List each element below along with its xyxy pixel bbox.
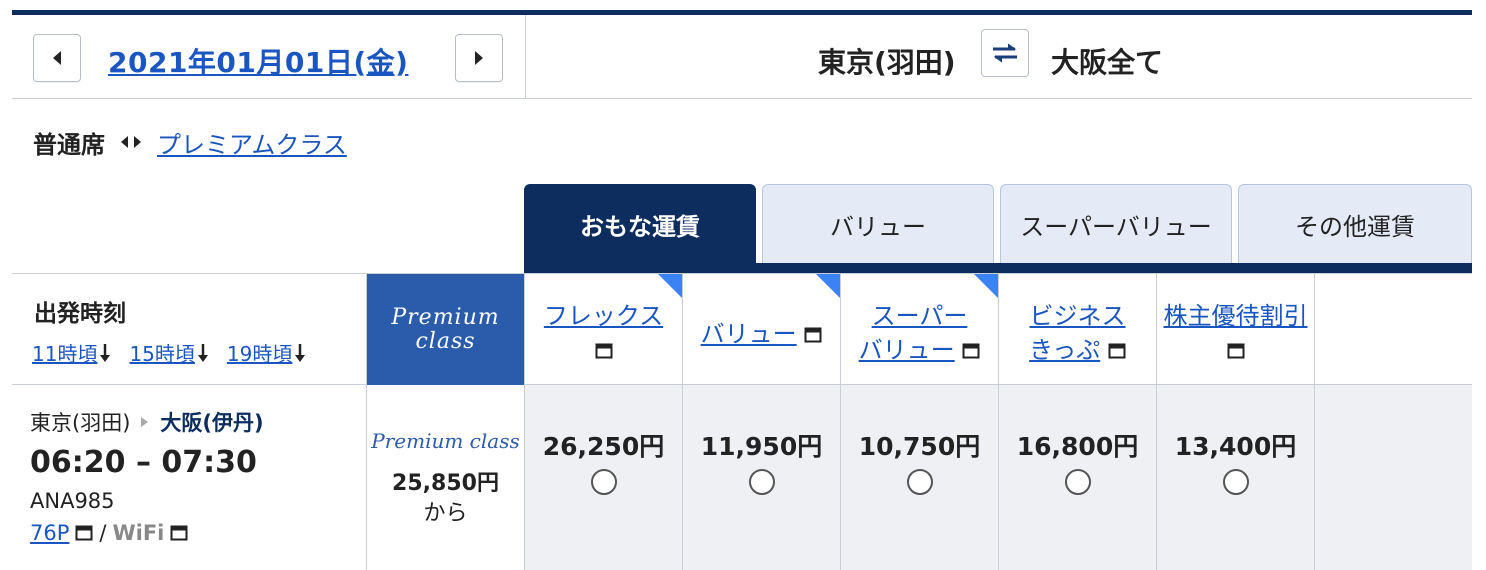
- new-window-icon[interactable]: [170, 525, 188, 541]
- fare-corner-marker: [974, 274, 998, 298]
- flight-row: 東京(羽田) 大阪(伊丹) 06:20 – 07:30 ANA985 76P /…: [12, 385, 1472, 570]
- fare-header-value: バリュー: [683, 274, 841, 385]
- fare-corner-marker: [658, 274, 682, 298]
- new-window-icon[interactable]: [1227, 343, 1245, 359]
- fare-corner-marker: [816, 274, 840, 298]
- tab-main-fares[interactable]: おもな運賃: [524, 184, 756, 264]
- fare-link-business-line2[interactable]: きっぷ: [1029, 336, 1100, 364]
- premium-fare-cell[interactable]: Premium class 25,850円 から: [367, 385, 525, 570]
- next-day-button[interactable]: [455, 34, 503, 82]
- chevron-right-icon: [475, 51, 483, 65]
- tab-super-value[interactable]: スーパーバリュー: [1000, 184, 1232, 264]
- arrow-down-icon: [197, 343, 208, 362]
- selected-date-link[interactable]: 2021年01月01日(金): [108, 41, 408, 81]
- previous-day-button[interactable]: [33, 34, 81, 82]
- time-link-11[interactable]: 11時頃: [32, 338, 111, 367]
- fare-price: 26,250円: [542, 432, 665, 461]
- fare-header-shareholder: 株主優待割引: [1157, 274, 1315, 385]
- departure-time-label: 出発時刻: [34, 301, 126, 327]
- equipment-separator: /: [99, 521, 107, 545]
- flight-origin: 東京(羽田): [30, 411, 131, 435]
- fare-cell-shareholder[interactable]: 13,400円: [1157, 385, 1315, 570]
- time-link-19[interactable]: 19時頃: [227, 338, 306, 367]
- fare-price: 16,800円: [1016, 432, 1139, 461]
- fare-cell-value[interactable]: 11,950円: [683, 385, 841, 570]
- fare-radio-button[interactable]: [590, 469, 617, 495]
- fare-cell-business[interactable]: 16,800円: [999, 385, 1157, 570]
- premium-price-suffix: から: [423, 501, 468, 526]
- seat-class-switch: 普通席 プレミアムクラス: [33, 125, 347, 160]
- fare-link-value[interactable]: バリュー: [701, 320, 797, 348]
- premium-class-header: Premium class: [367, 274, 525, 385]
- premium-class-logo: Premium class: [371, 429, 520, 453]
- time-link-15[interactable]: 15時頃: [129, 338, 208, 367]
- route-panel: 東京(羽田) 大阪全て: [526, 15, 1472, 99]
- fare-price: 10,750円: [858, 432, 981, 461]
- tab-value[interactable]: バリュー: [762, 184, 994, 264]
- new-window-icon[interactable]: [595, 343, 613, 359]
- departure-time-header: 出発時刻 11時頃 15時頃 19時頃: [12, 274, 367, 385]
- caret-right-icon: [141, 417, 149, 427]
- fare-link-business-line1[interactable]: ビジネス: [1030, 302, 1126, 330]
- premium-class-link[interactable]: プレミアムクラス: [157, 125, 347, 160]
- fare-radio-button[interactable]: [748, 469, 775, 495]
- time-link-label: 19時頃: [226, 342, 293, 366]
- fare-link-super-value-line1[interactable]: スーパー: [872, 302, 968, 330]
- fare-cell-super-value[interactable]: 10,750円: [841, 385, 999, 570]
- fare-radio-button[interactable]: [906, 469, 933, 495]
- aircraft-type-link[interactable]: 76P: [30, 521, 69, 545]
- date-navigation: 2021年01月01日(金): [12, 15, 526, 99]
- swap-route-button[interactable]: [981, 29, 1029, 77]
- fare-link-flex[interactable]: フレックス: [544, 302, 663, 330]
- fare-radio-button[interactable]: [1064, 469, 1091, 495]
- tab-other-fares[interactable]: その他運賃: [1238, 184, 1472, 264]
- empty-fare-cell: [1315, 385, 1472, 570]
- swap-arrows-icon: [993, 43, 1017, 63]
- fare-header-business: ビジネス きっぷ: [999, 274, 1157, 385]
- premium-logo-line2: class: [415, 328, 476, 354]
- tab-underline-bar: [524, 263, 1472, 273]
- new-window-icon[interactable]: [1108, 343, 1126, 359]
- left-right-arrows-icon: [119, 135, 143, 149]
- premium-price: 25,850円: [392, 471, 499, 496]
- route-destination: 大阪全て: [1051, 46, 1164, 79]
- flight-equipment: 76P / WiFi: [30, 521, 188, 545]
- flight-info-cell: 東京(羽田) 大阪(伊丹) 06:20 – 07:30 ANA985 76P /…: [12, 385, 367, 570]
- arrow-down-icon: [295, 343, 306, 362]
- flight-time-range: 06:20 – 07:30: [30, 445, 257, 480]
- fare-cell-flex[interactable]: 26,250円: [525, 385, 683, 570]
- time-link-label: 15時頃: [129, 342, 195, 366]
- flight-route: 東京(羽田) 大阪(伊丹): [30, 407, 264, 437]
- flight-number: ANA985: [30, 489, 115, 513]
- fare-table-header: 出発時刻 11時頃 15時頃 19時頃 Premium class フレックス: [12, 273, 1472, 385]
- premium-logo-line1: Premium: [391, 305, 500, 331]
- new-window-icon[interactable]: [804, 327, 822, 343]
- time-link-label: 11時頃: [32, 342, 98, 366]
- fare-radio-button[interactable]: [1222, 469, 1249, 495]
- current-seat-class: 普通席: [33, 130, 105, 159]
- arrow-down-icon: [100, 343, 111, 362]
- route-origin: 東京(羽田): [818, 46, 956, 79]
- flight-destination: 大阪(伊丹): [160, 411, 264, 435]
- fare-header-super-value: スーパー バリュー: [841, 274, 999, 385]
- fare-price: 11,950円: [700, 432, 823, 461]
- chevron-left-icon: [53, 51, 61, 65]
- fare-price: 13,400円: [1174, 432, 1297, 461]
- wifi-label: WiFi: [112, 521, 165, 545]
- time-jump-links: 11時頃 15時頃 19時頃: [32, 338, 306, 367]
- new-window-icon[interactable]: [962, 343, 980, 359]
- fare-link-shareholder[interactable]: 株主優待割引: [1164, 302, 1308, 330]
- fare-link-super-value-line2[interactable]: バリュー: [859, 336, 955, 364]
- new-window-icon[interactable]: [75, 525, 93, 541]
- fare-header-flex: フレックス: [525, 274, 683, 385]
